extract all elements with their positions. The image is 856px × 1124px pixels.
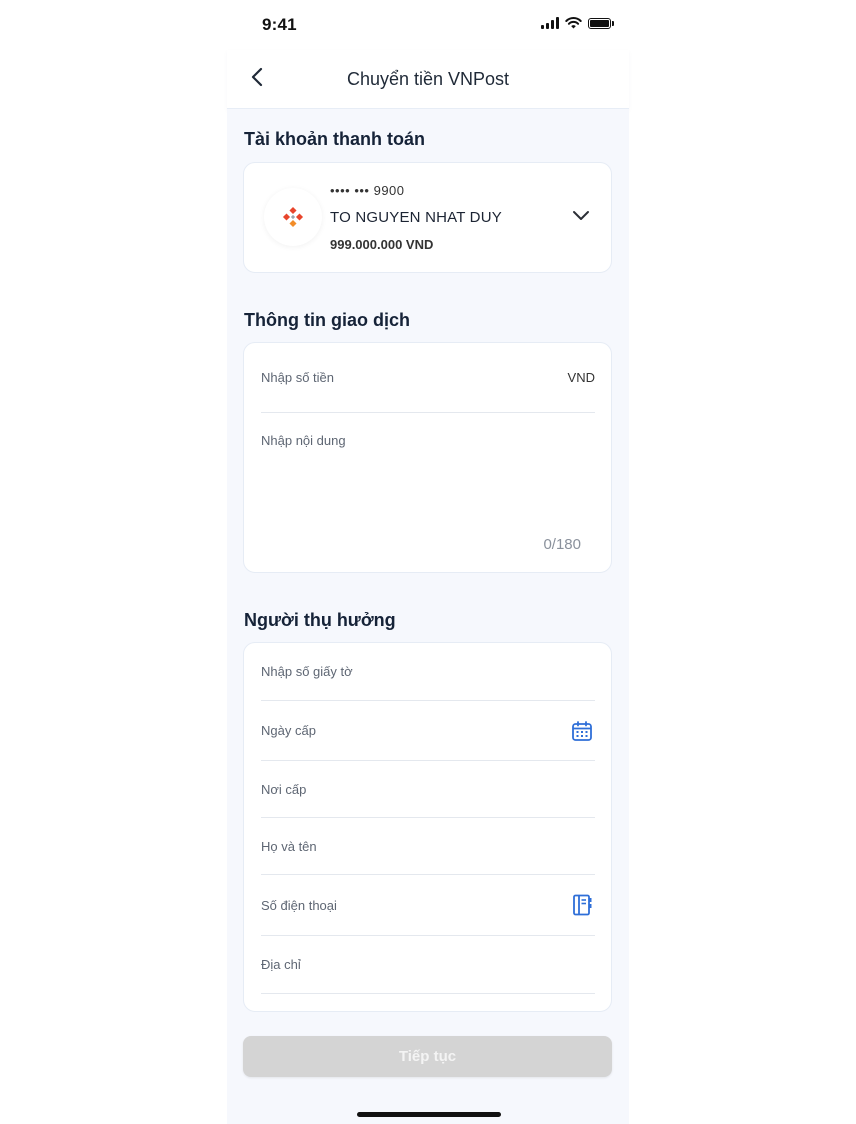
status-bar: 9:41 xyxy=(227,0,629,50)
account-balance: 999.000.000 VND xyxy=(330,237,434,252)
navigation-bar: Chuyển tiền VNPost xyxy=(227,50,629,109)
character-counter: 0/180 xyxy=(543,536,581,553)
issue-place-placeholder: Nơi cấp xyxy=(261,782,307,797)
bank-logo xyxy=(264,188,322,246)
account-selector-card[interactable]: •••• ••• 9900 TO NGUYEN NHAT DUY 999.000… xyxy=(243,162,612,273)
address-field[interactable]: Địa chỉ xyxy=(261,936,595,994)
account-number-masked: •••• ••• 9900 xyxy=(330,183,405,198)
main-content: Tài khoản thanh toán •••• ••• 9900 TO NG… xyxy=(227,109,629,1124)
issue-place-field[interactable]: Nơi cấp xyxy=(261,761,595,818)
account-section-title: Tài khoản thanh toán xyxy=(244,129,426,149)
transaction-section-title: Thông tin giao dịch xyxy=(244,310,410,330)
currency-suffix: VND xyxy=(567,370,595,385)
phone-placeholder: Số điện thoại xyxy=(261,898,337,913)
continue-button[interactable]: Tiếp tục xyxy=(243,1036,612,1077)
page-title: Chuyển tiền VNPost xyxy=(346,69,510,89)
contacts-book-icon[interactable] xyxy=(571,894,593,916)
full-name-field[interactable]: Họ và tên xyxy=(261,818,595,875)
wifi-icon xyxy=(565,17,582,29)
chevron-down-icon[interactable] xyxy=(571,209,591,223)
amount-placeholder: Nhập số tiền xyxy=(261,370,334,385)
status-icons xyxy=(541,17,614,29)
beneficiary-info-card: Nhập số giấy tờ Ngày cấp Nơi cấp Họ và t… xyxy=(243,642,612,1012)
phone-field[interactable]: Số điện thoại xyxy=(261,875,595,936)
cellular-signal-icon xyxy=(541,17,559,29)
account-holder-name: TO NGUYEN NHAT DUY xyxy=(330,209,502,226)
id-number-placeholder: Nhập số giấy tờ xyxy=(261,664,353,679)
home-indicator xyxy=(357,1112,501,1117)
content-placeholder: Nhập nội dung xyxy=(261,433,346,448)
id-number-field[interactable]: Nhập số giấy tờ xyxy=(261,643,595,701)
issue-date-placeholder: Ngày cấp xyxy=(261,723,316,738)
full-name-placeholder: Họ và tên xyxy=(261,839,317,854)
transaction-info-card: Nhập số tiền VND Nhập nội dung 0/180 xyxy=(243,342,612,573)
calendar-icon[interactable] xyxy=(571,720,593,742)
issue-date-field[interactable]: Ngày cấp xyxy=(261,701,595,761)
address-placeholder: Địa chỉ xyxy=(261,957,301,972)
status-time: 9:41 xyxy=(262,15,297,34)
battery-cap xyxy=(612,20,614,26)
battery-icon xyxy=(588,17,611,29)
bank-logo-icon xyxy=(282,206,304,228)
phone-screen: 9:41 Chuyển tiền VNPost Tài khoản thanh … xyxy=(227,0,629,1124)
amount-field[interactable]: Nhập số tiền VND xyxy=(261,343,595,413)
beneficiary-section-title: Người thụ hưởng xyxy=(244,610,396,630)
